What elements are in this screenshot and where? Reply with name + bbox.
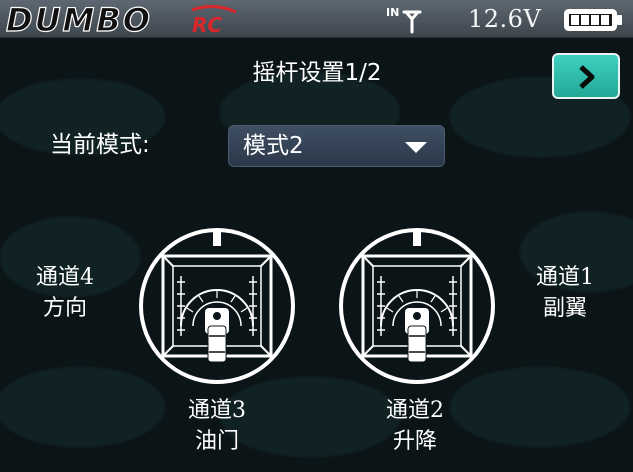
logo-text: DUMBO — [6, 2, 152, 36]
channel-2-label: 通道2 升降 — [360, 395, 470, 457]
channel-2-number: 通道2 — [386, 398, 444, 423]
voltage-readout: 12.6V — [468, 5, 542, 33]
channel-1-function: 副翼 — [542, 296, 587, 321]
right-stick-diagram[interactable] — [337, 226, 497, 386]
channel-4-function: 方向 — [42, 296, 87, 321]
channel-4-label: 通道4 方向 — [10, 262, 120, 324]
channel-3-function: 油门 — [194, 429, 239, 454]
page-title: 摇杆设置1/2 — [252, 60, 382, 86]
left-stick-diagram[interactable] — [137, 226, 297, 386]
mode-dropdown-value: 模式2 — [243, 133, 304, 159]
dumbo-rc-logo: DUMBO RC — [5, 2, 237, 36]
chevron-right-icon — [579, 65, 595, 89]
next-page-button[interactable] — [552, 53, 620, 99]
caret-down-icon — [405, 142, 427, 153]
channel-3-label: 通道3 油门 — [162, 395, 272, 457]
svg-text:IN: IN — [386, 6, 399, 19]
background-pattern — [0, 71, 633, 458]
current-mode-label: 当前模式: — [50, 132, 150, 158]
status-bar: DUMBO RC IN 12.6V — [0, 0, 633, 38]
battery-icon — [564, 9, 622, 31]
logo-suffix: RC — [192, 13, 222, 36]
channel-4-number: 通道4 — [36, 265, 94, 290]
channel-1-number: 通道1 — [536, 265, 594, 290]
signal-antenna-icon: IN — [386, 6, 422, 34]
channel-2-function: 升降 — [392, 429, 437, 454]
channel-3-number: 通道3 — [188, 398, 246, 423]
channel-1-label: 通道1 副翼 — [510, 262, 620, 324]
mode-dropdown[interactable]: 模式2 — [228, 125, 445, 167]
